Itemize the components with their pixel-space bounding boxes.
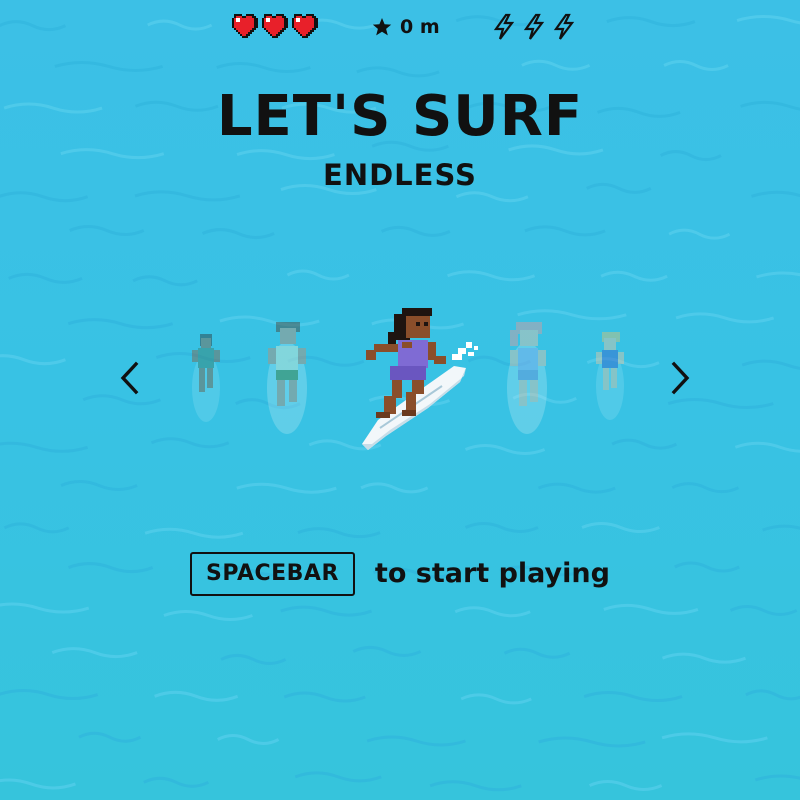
character-option-4[interactable] (502, 318, 552, 442)
previous-character-button[interactable] (110, 356, 150, 400)
distance-display: 0 m (372, 12, 440, 42)
start-prompt-text: to start playing (374, 558, 610, 589)
lightning-icon (490, 13, 518, 41)
start-prompt: SPACEBAR to start playing (0, 552, 800, 596)
selected-character[interactable] (350, 302, 490, 462)
next-character-button[interactable] (660, 356, 700, 400)
heart-icon (230, 14, 258, 40)
character-option-5[interactable] (590, 328, 630, 428)
star-icon (372, 17, 392, 37)
game-mode: ENDLESS (323, 158, 477, 192)
boosts-display (490, 12, 578, 42)
game-title: LET'S SURF (216, 84, 584, 149)
chevron-right-icon (671, 361, 690, 395)
heart-icon (290, 14, 318, 40)
lightning-icon (520, 13, 548, 41)
character-option-1[interactable] (186, 328, 226, 428)
lives-display (230, 12, 318, 42)
distance-value: 0 m (400, 16, 440, 38)
heart-icon (260, 14, 288, 40)
lightning-icon (550, 13, 578, 41)
character-option-2[interactable] (262, 318, 312, 442)
spacebar-key[interactable]: SPACEBAR (190, 552, 355, 596)
chevron-left-icon (120, 361, 139, 395)
